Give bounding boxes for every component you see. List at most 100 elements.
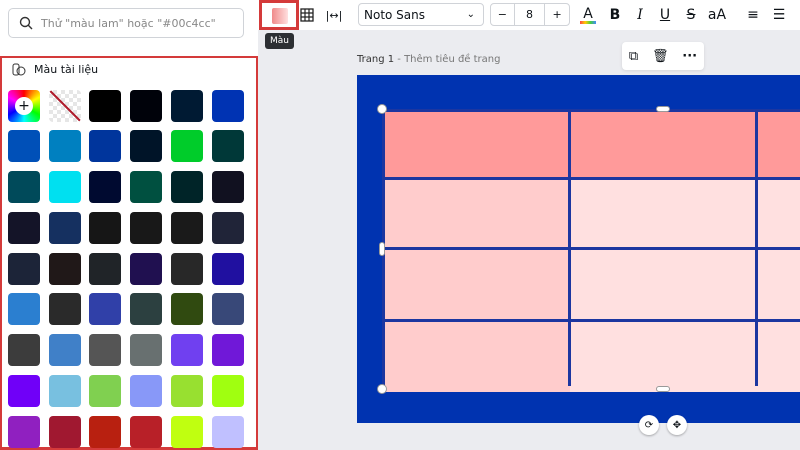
color-swatch[interactable] [130,253,162,285]
color-swatch[interactable] [171,375,203,407]
color-swatch[interactable] [49,253,81,285]
color-swatch[interactable] [212,293,244,325]
color-search-input[interactable]: Thử "màu lam" hoặc "#00c4cc" [8,8,244,38]
text-color-button[interactable]: A [578,0,598,30]
table-cell[interactable] [570,179,757,249]
color-swatch[interactable] [130,90,162,122]
color-swatch[interactable] [8,130,40,162]
table-cell[interactable] [757,112,800,179]
table-cell[interactable] [757,249,800,321]
color-swatch[interactable] [171,334,203,366]
move-icon[interactable]: ✥ [667,415,687,435]
color-button[interactable] [259,0,299,30]
color-swatch[interactable] [89,212,121,244]
table-cell[interactable] [570,321,757,392]
color-swatch[interactable] [212,171,244,203]
page-title-placeholder[interactable]: - Thêm tiêu đề trang [394,54,500,65]
color-swatch[interactable] [171,130,203,162]
color-swatch[interactable] [130,130,162,162]
color-swatch[interactable] [171,253,203,285]
panel-header: Màu tài liệu [12,62,98,76]
color-swatch[interactable] [212,90,244,122]
color-swatch[interactable] [130,416,162,448]
duplicate-icon[interactable]: ⧉ [629,49,638,64]
color-swatch[interactable] [89,130,121,162]
color-swatch[interactable] [130,171,162,203]
decrease-size-button[interactable]: − [491,4,515,25]
color-swatch[interactable] [49,334,81,366]
table-cell[interactable] [385,179,570,249]
resize-handle-bottom[interactable] [656,386,670,392]
spacing-icon[interactable]: |↔| [323,0,345,30]
color-swatch[interactable] [130,334,162,366]
color-swatch[interactable] [171,293,203,325]
align-center-icon[interactable]: ≡ [744,0,762,30]
color-swatch[interactable] [89,416,121,448]
table-cell[interactable] [757,179,800,249]
color-swatch[interactable] [8,293,40,325]
resize-handle-left[interactable] [379,242,385,256]
table-cell[interactable] [570,249,757,321]
table-cell[interactable] [385,249,570,321]
row-divider[interactable] [385,319,800,322]
transparent-swatch[interactable] [49,90,81,122]
resize-handle-top[interactable] [656,106,670,112]
color-swatch[interactable] [89,334,121,366]
resize-handle-bottom-left[interactable] [377,384,387,394]
color-swatch[interactable] [49,375,81,407]
bullet-list-icon[interactable]: ☰ [770,0,788,30]
color-swatch[interactable] [212,416,244,448]
color-swatch[interactable] [8,416,40,448]
underline-button[interactable]: U [656,0,674,30]
increase-size-button[interactable]: + [545,4,569,25]
color-swatch[interactable] [8,171,40,203]
color-swatch[interactable] [8,212,40,244]
add-color-button[interactable]: + [8,90,40,122]
page-label[interactable]: Trang 1 - Thêm tiêu đề trang [357,54,501,65]
color-swatch[interactable] [171,90,203,122]
color-swatch[interactable] [49,130,81,162]
color-swatch[interactable] [89,171,121,203]
resize-handle-top-left[interactable] [377,104,387,114]
color-swatch[interactable] [130,212,162,244]
rotate-icon[interactable]: ⟳ [639,415,659,435]
color-swatch[interactable] [49,416,81,448]
bold-button[interactable]: B [606,0,624,30]
trash-icon[interactable]: 🗑 [652,49,669,64]
color-swatch[interactable] [212,253,244,285]
color-swatch[interactable] [212,334,244,366]
row-divider[interactable] [385,247,800,250]
strikethrough-button[interactable]: S [682,0,700,30]
table[interactable] [382,109,800,392]
table-cell[interactable] [757,321,800,392]
color-swatch[interactable] [171,416,203,448]
color-swatch[interactable] [89,90,121,122]
font-size-value[interactable]: 8 [515,4,546,25]
color-swatch[interactable] [49,212,81,244]
color-swatch[interactable] [212,375,244,407]
color-swatch[interactable] [171,212,203,244]
color-swatch[interactable] [8,375,40,407]
table-cell[interactable] [570,112,757,179]
more-icon[interactable]: ··· [682,49,697,64]
font-size-stepper[interactable]: − 8 + [490,3,570,26]
color-swatch[interactable] [130,293,162,325]
color-swatch[interactable] [171,171,203,203]
color-swatch[interactable] [89,253,121,285]
color-swatch[interactable] [89,375,121,407]
color-swatch[interactable] [89,293,121,325]
color-swatch[interactable] [8,334,40,366]
font-selector[interactable]: Noto Sans ⌄ [358,3,484,26]
italic-button[interactable]: I [631,0,649,30]
table-cell[interactable] [385,112,570,179]
color-swatch[interactable] [212,212,244,244]
color-swatch[interactable] [130,375,162,407]
color-swatch[interactable] [49,293,81,325]
color-swatch[interactable] [212,130,244,162]
table-grid-icon[interactable] [298,0,316,30]
table-cell[interactable] [385,321,570,392]
letter-case-button[interactable]: aA [706,0,728,30]
color-swatch[interactable] [49,171,81,203]
color-swatch[interactable] [8,253,40,285]
row-divider[interactable] [385,177,800,180]
